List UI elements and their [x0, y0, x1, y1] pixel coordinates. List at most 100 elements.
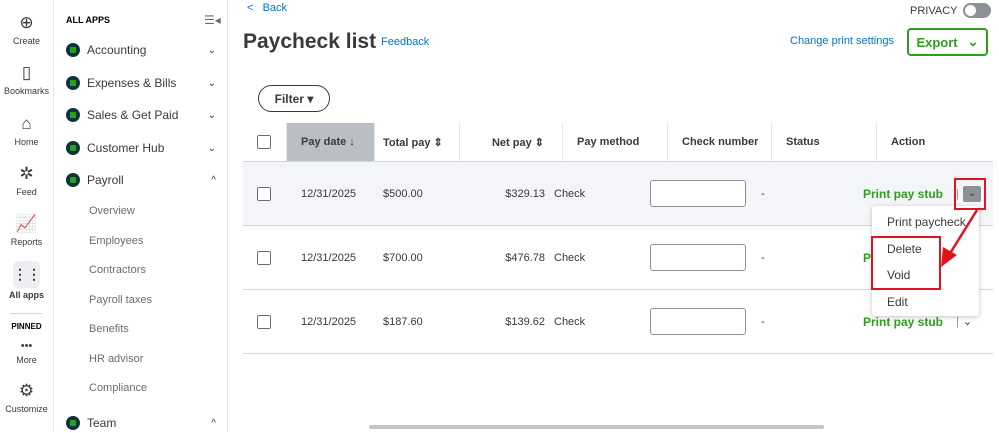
- row-checkbox-cell: [257, 290, 271, 353]
- payroll-icon: [66, 173, 80, 187]
- bookmark-icon: ▯: [21, 63, 32, 82]
- nav-customer-hub[interactable]: Customer Hub ⌄: [66, 138, 216, 158]
- filter-button[interactable]: Filter ▾: [258, 85, 330, 112]
- privacy-toggle[interactable]: PRIVACY: [910, 3, 992, 18]
- row-checkbox[interactable]: [257, 250, 271, 265]
- select-all-cell: [243, 123, 287, 161]
- print-pay-stub-label: Print pay stub: [863, 186, 944, 201]
- nav-payroll-taxes[interactable]: Payroll taxes: [89, 294, 152, 306]
- toggle-switch[interactable]: [963, 3, 992, 18]
- pay-method: Check: [554, 315, 586, 328]
- chevron-down-icon: ⌄: [207, 142, 216, 154]
- rail-label: All apps: [8, 290, 44, 300]
- rail-label: Create: [12, 36, 40, 46]
- nav-accounting[interactable]: Accounting ⌄: [66, 40, 216, 60]
- rail-label: Bookmarks: [3, 86, 49, 96]
- status: -: [761, 187, 765, 200]
- header-pay-method: Pay method: [563, 123, 668, 161]
- print-pay-stub-label: Print pay stub: [863, 314, 944, 329]
- chevron-down-icon: ⌄: [207, 109, 216, 121]
- back-label: Back: [262, 2, 288, 14]
- nav-contractors[interactable]: Contractors: [89, 264, 146, 276]
- check-number-cell: [650, 290, 746, 353]
- export-label: Export: [916, 34, 958, 50]
- rail-label: Reports: [10, 237, 43, 247]
- pay-date: 12/31/2025: [301, 187, 357, 200]
- header-check-number: Check number: [668, 123, 772, 161]
- nav-label: Expenses & Bills: [87, 76, 177, 90]
- nav-benefits[interactable]: Benefits: [89, 323, 129, 335]
- pay-date: 12/31/2025: [301, 251, 357, 264]
- left-rail: ⊕ Create ▯ Bookmarks ⌂ Home ✲ Feed 📈 Reports …: [0, 0, 54, 431]
- feed-icon: ✲: [19, 164, 34, 183]
- chevron-down-icon[interactable]: ⌄: [963, 315, 972, 328]
- chart-icon: 📈: [15, 214, 38, 233]
- rail-label: Home: [14, 137, 39, 147]
- sliders-icon: ⚙: [18, 381, 35, 400]
- main-content: < Back Paycheck list Feedback PRIVACY Ch…: [229, 0, 999, 431]
- change-print-settings-link[interactable]: Change print settings: [790, 35, 894, 47]
- collapse-menu-icon[interactable]: ☰◂: [204, 13, 221, 27]
- table-header: Pay date ↓ Total pay ⇕ Net pay ⇕ Pay met…: [243, 123, 993, 162]
- check-number-input[interactable]: [650, 308, 746, 335]
- total-pay: $187.60: [383, 315, 423, 328]
- header-net-pay[interactable]: Net pay ⇕: [460, 123, 563, 161]
- row-checkbox-cell: [257, 162, 271, 225]
- home-icon: ⌂: [21, 114, 32, 133]
- page-title: Paycheck list: [243, 30, 377, 53]
- back-link[interactable]: < Back: [247, 2, 287, 14]
- header-pay-date[interactable]: Pay date ↓: [287, 123, 375, 161]
- select-all-checkbox[interactable]: [257, 135, 271, 149]
- feedback-link[interactable]: Feedback: [381, 36, 429, 48]
- row-checkbox[interactable]: [257, 314, 271, 329]
- rail-customize[interactable]: ⚙ Customize: [0, 380, 53, 414]
- total-pay: $500.00: [383, 187, 423, 200]
- rail-all-apps[interactable]: ⋮⋮ All apps: [0, 261, 53, 300]
- divider: [10, 313, 42, 314]
- rail-create[interactable]: ⊕ Create: [0, 12, 53, 46]
- nav-hr-advisor[interactable]: HR advisor: [89, 353, 143, 365]
- check-number-input[interactable]: [650, 180, 746, 207]
- nav-label: Payroll: [87, 173, 124, 187]
- header-total-pay[interactable]: Total pay ⇕: [375, 123, 460, 161]
- nav-compliance[interactable]: Compliance: [89, 382, 147, 394]
- net-pay: $476.78: [505, 251, 545, 264]
- nav-label: Sales & Get Paid: [87, 108, 179, 122]
- nav-label: Accounting: [87, 43, 147, 57]
- net-pay: $329.13: [505, 187, 545, 200]
- status: -: [761, 251, 765, 264]
- export-button[interactable]: Export ⌄: [907, 28, 988, 56]
- rail-home[interactable]: ⌂ Home: [0, 113, 53, 147]
- nav-expenses[interactable]: Expenses & Bills ⌄: [66, 73, 216, 93]
- chevron-up-icon: ^: [211, 417, 216, 429]
- nav-team[interactable]: Team ^: [66, 413, 216, 433]
- nav-employees[interactable]: Employees: [89, 235, 143, 247]
- more-icon: •••: [20, 340, 33, 352]
- net-pay: $139.62: [505, 315, 545, 328]
- total-pay: $700.00: [383, 251, 423, 264]
- rail-feed[interactable]: ✲ Feed: [0, 163, 53, 197]
- rail-label: Feed: [16, 187, 37, 197]
- annotation-arrow: [941, 209, 979, 267]
- nav-sales[interactable]: Sales & Get Paid ⌄: [66, 105, 216, 125]
- privacy-label: PRIVACY: [910, 4, 958, 17]
- sales-icon: [66, 108, 80, 122]
- rail-more[interactable]: ••• More: [0, 338, 53, 365]
- rail-reports[interactable]: 📈 Reports: [0, 213, 53, 247]
- horizontal-scrollbar[interactable]: [369, 425, 824, 429]
- check-number-cell: [650, 162, 746, 225]
- nav-overview[interactable]: Overview: [89, 205, 135, 217]
- menu-edit[interactable]: Edit: [887, 295, 908, 309]
- check-number-input[interactable]: [650, 244, 746, 271]
- pay-method: Check: [554, 187, 586, 200]
- row-checkbox[interactable]: [257, 186, 271, 201]
- accounting-icon: [66, 43, 80, 57]
- nav-payroll[interactable]: Payroll ^: [66, 170, 216, 190]
- customer-hub-icon: [66, 141, 80, 155]
- row-checkbox-cell: [257, 226, 271, 289]
- grid-icon: ⋮⋮: [13, 261, 41, 288]
- apps-nav: ALL APPS ☰◂ Accounting ⌄ Expenses & Bills…: [54, 0, 228, 431]
- rail-bookmarks[interactable]: ▯ Bookmarks: [0, 62, 53, 96]
- header-status: Status: [772, 123, 877, 161]
- check-number-cell: [650, 226, 746, 289]
